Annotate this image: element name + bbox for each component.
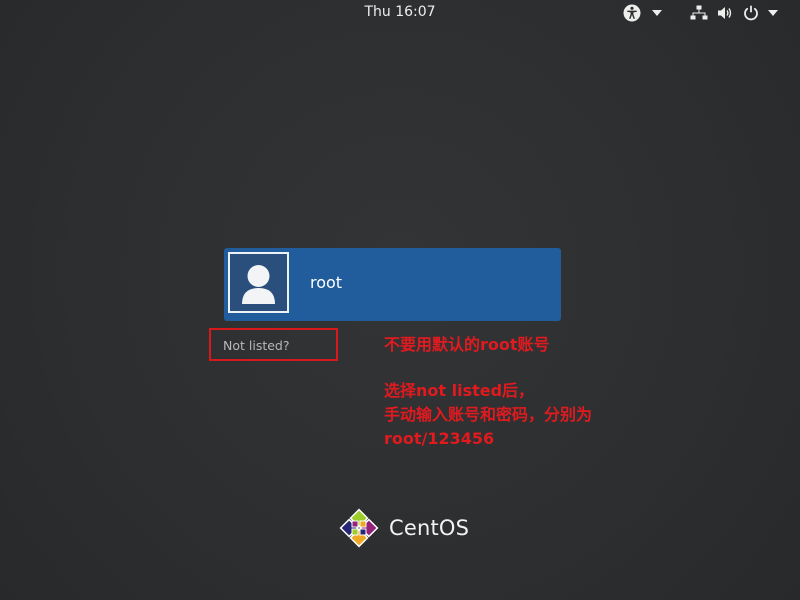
not-listed-label[interactable]: Not listed? bbox=[223, 338, 290, 353]
volume-icon[interactable] bbox=[716, 4, 734, 22]
centos-logo-icon bbox=[337, 506, 381, 550]
clock-day[interactable]: Thu bbox=[364, 4, 390, 20]
annotation-line-4: root/123456 bbox=[384, 429, 495, 448]
login-screen: Thu 16:07 root Not listed? 不要用默认的root账号 … bbox=[0, 0, 800, 600]
user-list-item-root[interactable]: root bbox=[224, 248, 561, 321]
not-listed-button[interactable]: Not listed? bbox=[209, 328, 338, 361]
power-icon[interactable] bbox=[742, 4, 760, 22]
user-name: root bbox=[310, 273, 343, 292]
annotation-line-1: 不要用默认的root账号 bbox=[384, 335, 550, 354]
chevron-down-icon[interactable] bbox=[768, 10, 778, 16]
chevron-down-icon[interactable] bbox=[652, 10, 662, 16]
clock[interactable]: Thu 16:07 bbox=[0, 4, 800, 20]
top-bar: Thu 16:07 bbox=[0, 0, 800, 26]
accessibility-menu[interactable] bbox=[622, 3, 662, 23]
accessibility-icon[interactable] bbox=[622, 3, 642, 23]
network-icon[interactable] bbox=[690, 4, 708, 22]
centos-logo: CentOS bbox=[337, 506, 469, 550]
annotation-line-3: 手动输入账号和密码，分别为 bbox=[384, 405, 593, 424]
user-avatar-icon bbox=[228, 252, 289, 313]
annotation-line-2: 选择not listed后， bbox=[384, 381, 535, 400]
clock-time[interactable]: 16:07 bbox=[395, 4, 435, 20]
system-menu[interactable] bbox=[690, 3, 778, 23]
annotation-block: 选择not listed后， 手动输入账号和密码，分别为 root/123456 bbox=[384, 379, 592, 451]
centos-logo-text: CentOS bbox=[389, 516, 470, 540]
